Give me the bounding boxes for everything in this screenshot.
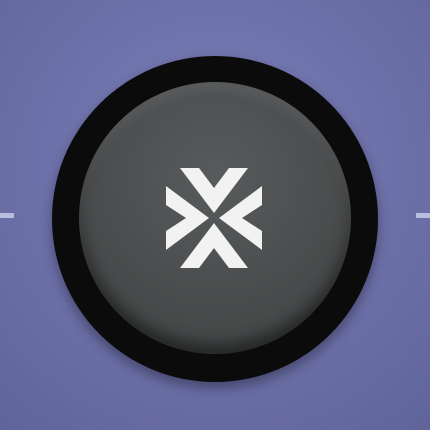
slider-tick-right: [416, 213, 430, 218]
slider-tick-left: [0, 213, 14, 218]
collapse-button-face: [79, 82, 351, 354]
collapse-button[interactable]: [52, 56, 378, 382]
collapse-arrows-icon: [166, 168, 262, 268]
